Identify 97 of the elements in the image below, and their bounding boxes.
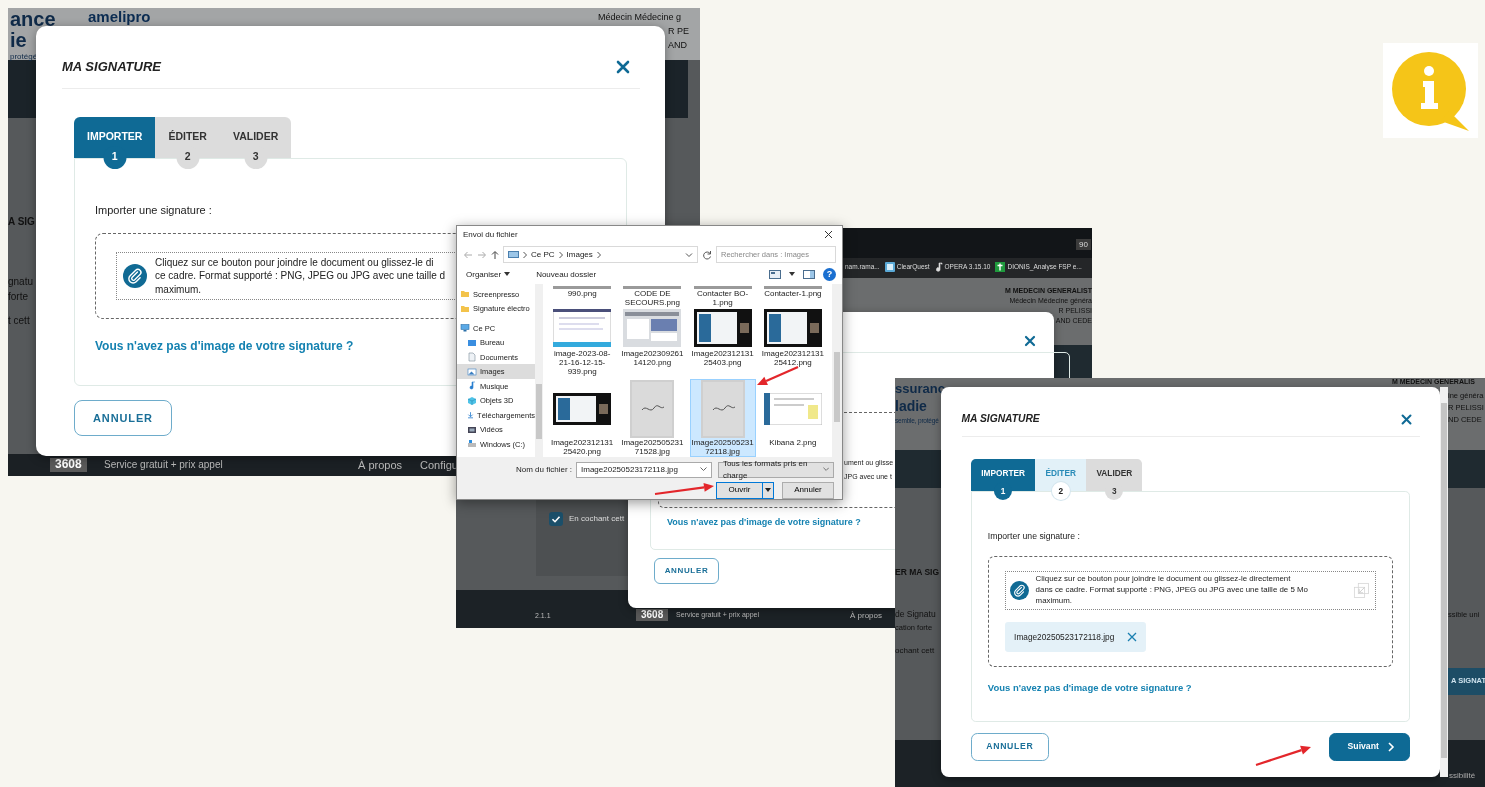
music-note-icon <box>467 381 477 392</box>
logo-text: ladie <box>895 398 927 415</box>
open-button[interactable]: Ouvrir <box>716 482 774 499</box>
body-text: de Signatu <box>895 610 936 620</box>
body-text: ochant cett <box>895 646 935 656</box>
field-label: Importer une signature : <box>95 203 212 216</box>
docs-icon <box>467 352 477 363</box>
file-item[interactable]: Contacter BO-1.png <box>689 285 756 305</box>
field-label: Nom du fichier : <box>514 464 572 476</box>
file-item[interactable]: Image20250523172118.jpg <box>689 379 756 457</box>
caret-icon <box>765 488 771 493</box>
organize-menu[interactable]: Organiser <box>463 268 514 281</box>
file-item[interactable]: Kibana 2.png <box>759 379 826 457</box>
pc-icon <box>460 323 470 334</box>
help-link[interactable]: Vous n'avez pas d'image de votre signature ? <box>95 337 354 356</box>
computer-icon <box>508 250 519 259</box>
file-type-select[interactable]: Tous les formats pris en charge <box>717 462 834 478</box>
logo-text: ssuranc <box>895 382 945 397</box>
help-button[interactable]: ? <box>823 268 836 282</box>
help-link[interactable]: Vous n'avez pas d'image de votre signature ? <box>667 517 861 528</box>
file-item[interactable]: Image20231213125412.png <box>759 307 826 377</box>
logo-tagline: protégé <box>10 52 38 62</box>
folder-icon <box>460 289 470 300</box>
footer-link[interactable]: ssibilité <box>1449 771 1476 781</box>
caret-icon <box>685 251 693 258</box>
file-item[interactable]: Image20231213125403.png <box>689 307 756 377</box>
download-icon <box>467 410 475 421</box>
arrow <box>757 366 799 386</box>
logo-text: ie <box>10 29 27 52</box>
close-button[interactable] <box>1401 413 1413 425</box>
user-info: R PE <box>668 26 689 37</box>
body-text: t cett <box>8 315 30 327</box>
user-info: Médecin Médecine g <box>598 12 682 23</box>
cancel-button[interactable]: ANNULER <box>654 558 719 584</box>
body-text: gnatu <box>8 276 34 288</box>
body-text: forte <box>8 291 28 303</box>
checkbox-label: En cochant cett <box>569 513 625 525</box>
file-item[interactable]: Image20250523171528.jpg <box>619 379 686 457</box>
refresh-icon[interactable] <box>702 249 712 260</box>
modal-title: MA SIGNATURE <box>62 59 161 75</box>
app-icon <box>884 262 895 272</box>
help-link[interactable]: Vous n'avez pas d'image de votre signature ? <box>987 681 1192 696</box>
breadcrumb[interactable]: Ce PC <box>531 248 555 261</box>
close-button[interactable] <box>616 59 630 74</box>
phone-number: 3608 <box>636 609 669 621</box>
folder-icon <box>460 303 470 314</box>
user-info: AND <box>668 40 687 51</box>
upload-instructions: Cliquez sur ce bouton pour joindre le document ou glissez-le di ce cadre. Format supporté : PNG, JPEG ou JPG avec une taille d maximum. <box>155 255 446 297</box>
cross-icon <box>995 262 1006 272</box>
caret-icon <box>699 467 707 473</box>
cancel-button[interactable]: Annuler <box>782 482 834 499</box>
chevron-icon <box>595 250 602 259</box>
file-item[interactable]: Contacter-1.png <box>759 285 826 305</box>
step-number: 2 <box>1051 481 1070 500</box>
music-note-icon <box>934 262 943 272</box>
caret-icon <box>822 467 829 473</box>
chevron-icon <box>557 250 564 259</box>
checkbox[interactable] <box>549 512 563 526</box>
footer-link[interactable]: À propos <box>850 611 883 621</box>
remove-button[interactable] <box>1126 632 1137 643</box>
file-name: Image20250523172118.jpg <box>1014 630 1115 644</box>
close-button[interactable] <box>1024 335 1036 347</box>
logo-text: ance <box>10 8 56 31</box>
drive-icon <box>467 439 477 450</box>
file-item[interactable]: Image20230926114120.png <box>619 307 686 377</box>
page-heading: A SIG <box>8 216 35 228</box>
video-icon <box>467 424 477 435</box>
upload-icon <box>1351 580 1371 600</box>
view-icon[interactable] <box>769 270 781 280</box>
arrow <box>1255 745 1311 767</box>
cancel-button[interactable]: ANNULER <box>971 732 1049 762</box>
pictures-icon <box>467 366 477 377</box>
desktop-icon <box>467 337 477 348</box>
info-icon <box>1383 43 1478 138</box>
chevron-icon <box>522 250 528 259</box>
field-label: Importer une signature : <box>987 531 1080 542</box>
logo-text: amelipro <box>88 9 151 24</box>
checkmark-icon <box>551 514 561 524</box>
file-name-field[interactable]: Image20250523172118.jpg <box>576 462 712 478</box>
page-heading: ER MA SIG <box>895 568 940 578</box>
next-button[interactable]: Suivant <box>1329 732 1410 762</box>
up-arrow-icon[interactable] <box>491 249 499 260</box>
file-item[interactable]: CODE DE SECOURS.png <box>619 285 686 305</box>
footer-link[interactable]: À propos <box>358 459 403 472</box>
cancel-button[interactable]: ANNULER <box>74 400 172 437</box>
address-bar[interactable]: Ce PC Images <box>503 246 698 263</box>
cube-icon <box>467 395 477 406</box>
chevron-icon <box>1386 742 1395 752</box>
phone-number: 3608 <box>50 458 87 472</box>
tab-count: 90 <box>1076 239 1091 251</box>
file-item[interactable]: Image20231213125420.png <box>549 379 616 457</box>
arrow <box>654 482 714 496</box>
modal-title: MA SIGNATURE <box>961 413 1040 426</box>
paperclip-icon <box>1010 580 1030 600</box>
footer-text: Service gratuit + prix appel <box>104 459 223 471</box>
paperclip-icon <box>123 263 147 288</box>
preview-pane-icon[interactable] <box>803 270 815 280</box>
